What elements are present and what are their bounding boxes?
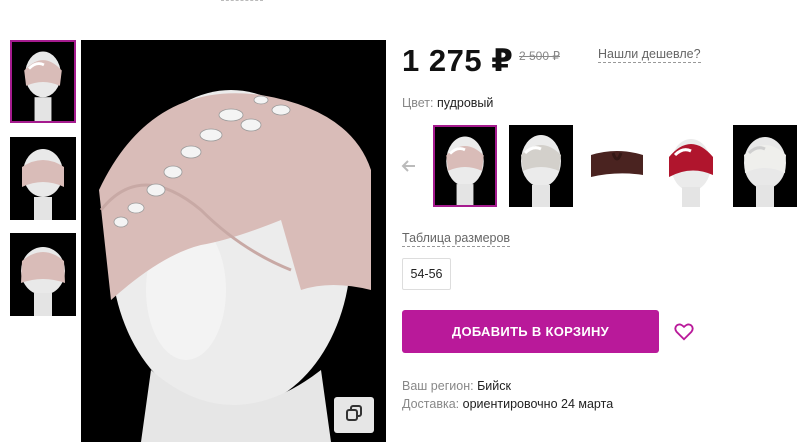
delivery-label: Доставка: <box>402 397 460 411</box>
swatch-prev-button[interactable] <box>399 156 419 176</box>
add-to-cart-button[interactable]: Добавить в корзину <box>402 310 659 353</box>
delivery-value: ориентировочно 24 марта <box>462 397 614 411</box>
old-price: 2 500 ₽ <box>519 49 560 63</box>
color-swatch-powder[interactable] <box>433 125 497 207</box>
thumbnail-front[interactable] <box>10 40 76 123</box>
color-swatch-white[interactable] <box>733 125 797 207</box>
delivery-line: Доставка: ориентировочно 24 марта <box>402 397 613 411</box>
zoom-button[interactable] <box>334 397 374 433</box>
size-table-link[interactable]: Таблица размеров <box>402 231 511 247</box>
copy-icon <box>345 404 363 427</box>
arrow-left-icon <box>399 160 419 180</box>
color-label: Цвет: <box>402 96 434 110</box>
heart-icon <box>673 323 695 346</box>
color-swatch-brown[interactable] <box>585 125 649 207</box>
color-swatch-light-grey[interactable] <box>509 125 573 207</box>
region-value[interactable]: Бийск <box>477 379 511 393</box>
thumbnail-side[interactable] <box>10 137 76 220</box>
size-option[interactable]: 54-56 <box>402 258 451 290</box>
found-cheaper-link[interactable]: Нашли дешевле? <box>598 47 701 63</box>
price: 1 275 ₽ <box>402 43 514 78</box>
color-line: Цвет: пудровый <box>402 96 493 110</box>
color-value: пудровый <box>436 96 494 110</box>
wishlist-button[interactable] <box>673 320 695 342</box>
main-product-image[interactable] <box>81 40 386 442</box>
region-line: Ваш регион: Бийск <box>402 379 511 393</box>
color-swatch-red[interactable] <box>659 125 723 207</box>
thumbnail-back[interactable] <box>10 233 76 316</box>
region-label: Ваш регион: <box>402 379 474 393</box>
top-divider <box>221 0 263 2</box>
